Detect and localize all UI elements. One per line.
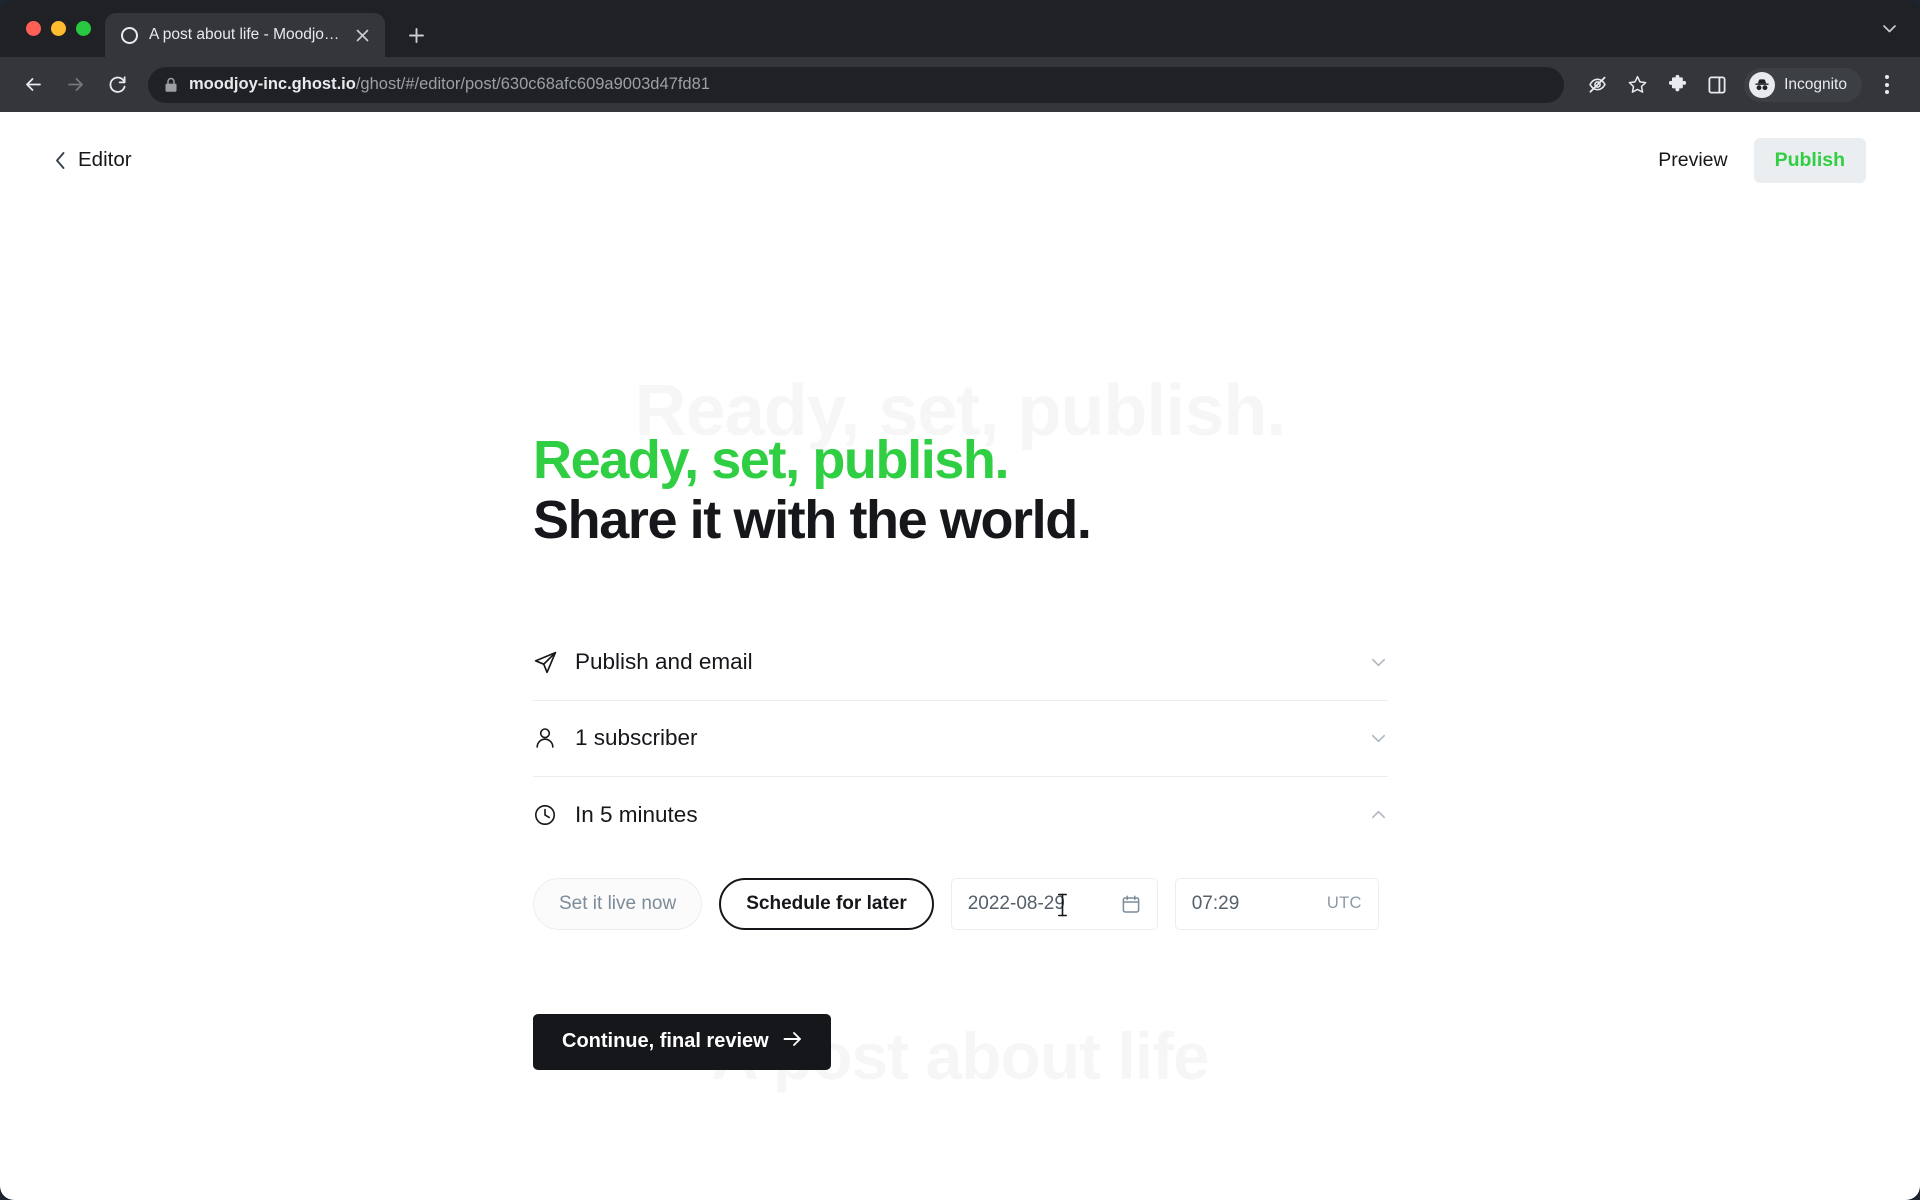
schedule-controls: Set it live now Schedule for later 2022-… (533, 877, 1388, 930)
close-window-button[interactable] (26, 21, 41, 36)
chevron-down-icon[interactable] (1369, 729, 1388, 748)
puzzle-icon[interactable] (1658, 66, 1696, 104)
continue-final-review-button[interactable]: Continue, final review (533, 1013, 831, 1070)
tab-title: A post about life - Moodjoy Inc (149, 26, 340, 43)
person-icon (533, 726, 575, 750)
incognito-avatar-icon (1749, 71, 1776, 98)
publish-button[interactable]: Publish (1753, 137, 1866, 183)
star-icon[interactable] (1618, 66, 1656, 104)
menu-dot (1885, 90, 1889, 94)
schedule-date-field[interactable]: 2022-08-29 (950, 877, 1158, 930)
tab-strip: A post about life - Moodjoy Inc (0, 0, 1920, 57)
profile-button[interactable]: Incognito (1744, 67, 1862, 102)
eye-slash-icon[interactable] (1578, 66, 1616, 104)
toolbar-actions: Incognito (1578, 66, 1904, 104)
setting-row-publish-type[interactable]: Publish and email (533, 625, 1388, 701)
setting-row-schedule[interactable]: In 5 minutes (533, 777, 1388, 853)
back-arrow-icon[interactable] (14, 66, 52, 104)
lock-icon (164, 77, 178, 93)
back-to-editor-link[interactable]: Editor (54, 148, 132, 172)
new-tab-button[interactable] (399, 18, 433, 52)
headline-line-1: Ready, set, publish. (533, 430, 1010, 490)
menu-dot (1885, 75, 1889, 79)
setting-row-label: Publish and email (575, 649, 753, 675)
side-panel-icon[interactable] (1698, 66, 1736, 104)
url-text: moodjoy-inc.ghost.io/ghost/#/editor/post… (189, 75, 710, 94)
calendar-icon[interactable] (1121, 894, 1141, 914)
page-title: Ready, set, publish. Share it with the w… (533, 430, 1388, 551)
text-cursor-icon (1056, 892, 1069, 923)
set-it-live-now-button[interactable]: Set it live now (533, 877, 703, 930)
continue-label: Continue, final review (562, 1030, 769, 1053)
minimize-window-button[interactable] (51, 21, 66, 36)
publish-flow-content: Ready, set, publish. Share it with the w… (533, 430, 1388, 1070)
maximize-window-button[interactable] (76, 21, 91, 36)
chevron-left-icon (54, 151, 67, 170)
clock-icon (533, 803, 575, 827)
header-actions: Preview Publish (1642, 137, 1866, 183)
browser-window: A post about life - Moodjoy Inc moodjoy-… (0, 0, 1920, 1200)
profile-label: Incognito (1784, 75, 1847, 93)
three-dots-icon[interactable] (1870, 66, 1904, 104)
tab-search-button[interactable] (1881, 0, 1920, 57)
window-traffic-lights (18, 0, 105, 57)
schedule-date-value: 2022-08-29 (967, 892, 1065, 914)
back-to-editor-label: Editor (78, 148, 132, 171)
timezone-label: UTC (1326, 894, 1362, 913)
menu-dot (1885, 82, 1889, 87)
setting-row-label: 1 subscriber (575, 725, 698, 751)
browser-tab[interactable]: A post about life - Moodjoy Inc (105, 13, 385, 57)
address-bar[interactable]: moodjoy-inc.ghost.io/ghost/#/editor/post… (148, 66, 1565, 103)
app-header: Editor Preview Publish (0, 112, 1920, 208)
close-icon[interactable] (351, 24, 373, 46)
setting-row-recipients[interactable]: 1 subscriber (533, 701, 1388, 777)
preview-button[interactable]: Preview (1642, 139, 1743, 182)
url-host: moodjoy-inc.ghost.io (189, 75, 356, 93)
reload-icon[interactable] (98, 66, 136, 104)
ghost-logo-icon (121, 26, 138, 44)
chevron-down-icon[interactable] (1369, 653, 1388, 672)
browser-toolbar: moodjoy-inc.ghost.io/ghost/#/editor/post… (0, 57, 1920, 112)
url-path: /ghost/#/editor/post/630c68afc609a9003d4… (355, 75, 710, 93)
page-viewport: Ready, set, publish. A post about life E… (0, 112, 1920, 1200)
arrow-right-icon (783, 1030, 802, 1053)
headline-line-2: Share it with the world. (533, 490, 1092, 551)
paper-plane-icon (533, 650, 575, 675)
forward-arrow-icon[interactable] (56, 66, 94, 104)
schedule-for-later-button[interactable]: Schedule for later (719, 877, 934, 930)
publish-settings-list: Publish and email 1 subscriber In 5 minu… (533, 625, 1388, 1070)
schedule-time-value: 07:29 (1191, 892, 1240, 914)
setting-row-label: In 5 minutes (575, 801, 698, 827)
schedule-time-field[interactable]: 07:29 UTC (1174, 877, 1379, 930)
chevron-up-icon[interactable] (1369, 805, 1388, 824)
